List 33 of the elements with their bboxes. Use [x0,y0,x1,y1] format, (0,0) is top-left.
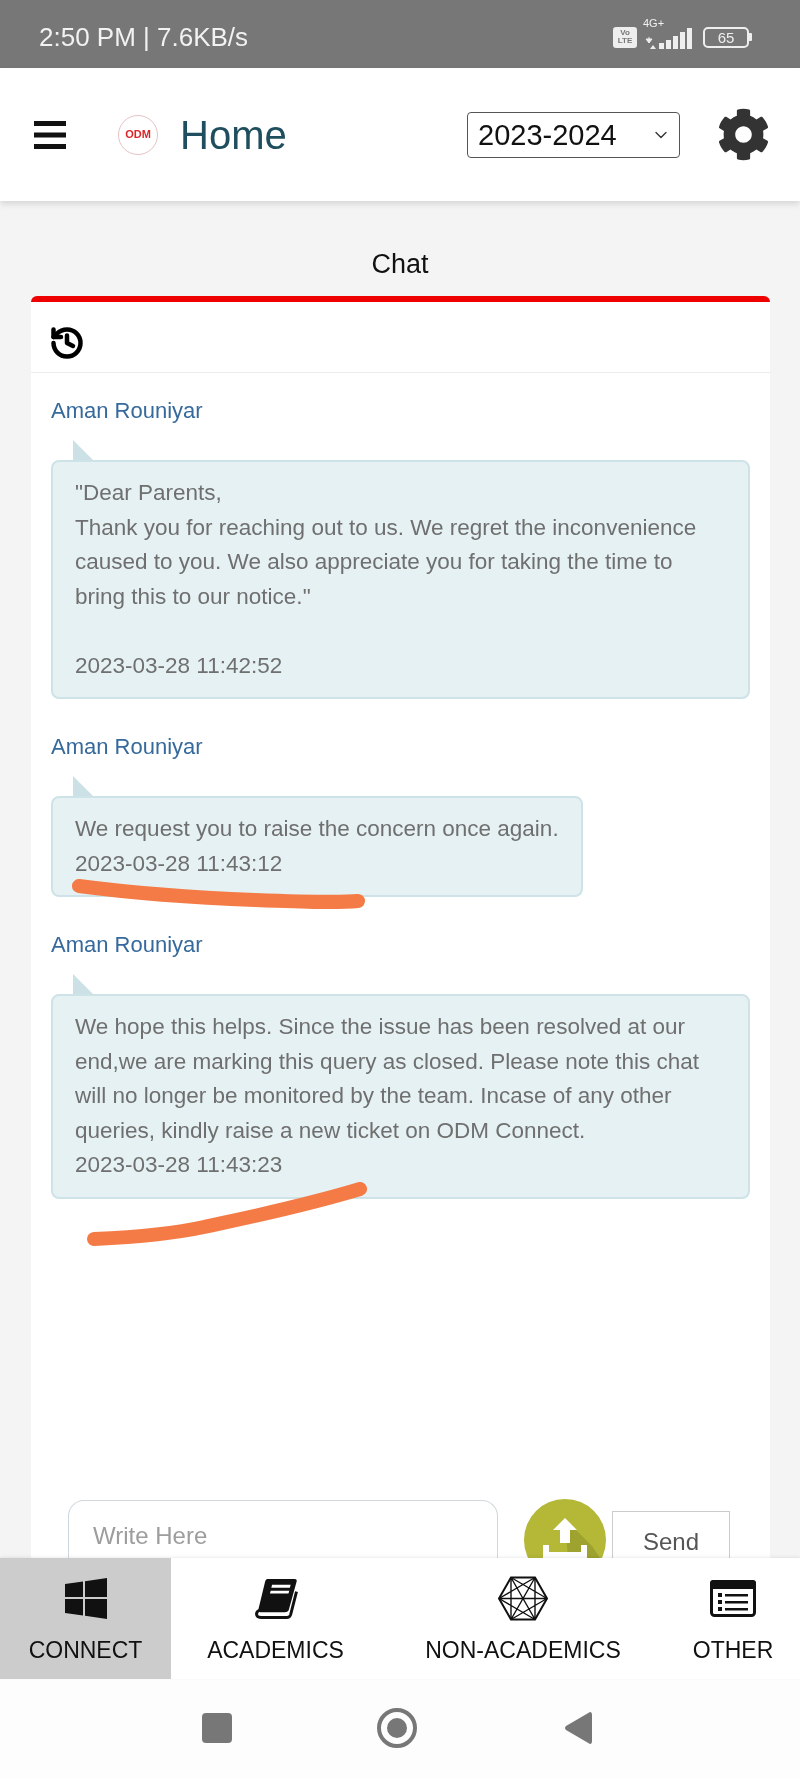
nav-tab[interactable]: NON-ACADEMICS [380,1558,666,1679]
hexagon-mesh-icon [498,1576,548,1621]
message-time: 2023-03-28 11:43:23 [75,1151,284,1179]
message-time: 2023-03-28 11:42:52 [75,651,284,680]
school-logo: ODM [118,114,158,155]
status-time: 2:50 PM | 7.6KB/s [39,21,249,52]
nav-tab[interactable]: ACADEMICS [171,1558,380,1679]
battery-indicator: 65 [703,26,752,48]
menu-icon[interactable] [34,119,66,150]
nav-tab[interactable]: CONNECT [0,1558,171,1679]
book-icon [253,1578,298,1619]
sender-name: Aman Rouniyar [51,931,203,959]
message-text: We request you to raise the concern once again. [75,815,559,843]
nav-tab[interactable]: OTHER [666,1558,800,1679]
message-time: 2023-03-28 11:43:12 [75,849,284,878]
year-select[interactable]: 2023-2024 [467,111,680,158]
chat-title: Chat [371,248,429,280]
sender-name: Aman Rouniyar [51,397,203,425]
signal-icon [645,28,693,49]
volte-badge: Vo LTE [613,26,637,48]
settings-icon[interactable] [717,108,770,161]
sender-name: Aman Rouniyar [51,733,203,761]
back-icon[interactable] [564,1711,592,1745]
page-title: Home [180,111,287,158]
message-text: We hope this helps. Since the issue has been resolved at our end,we are marking this query as closed. Please note this chat will no longer be monitored by the team. Incase of any other queries, kindly raise a new ticket on ODM Connect. [75,1013,701,1145]
windows-icon [64,1578,107,1619]
list-window-icon [710,1580,756,1617]
message-input[interactable]: Write Here [68,1500,498,1558]
history-icon[interactable] [49,325,85,361]
network-type: 4G+ [643,17,665,29]
send-button[interactable]: Send [612,1511,730,1558]
message-text: "Dear Parents, Thank you for reaching out to us. We regret the inconvenience caused to you. We also appreciate you for taking the time to bring this to our notice." [75,479,698,611]
home-icon[interactable] [377,1708,417,1748]
